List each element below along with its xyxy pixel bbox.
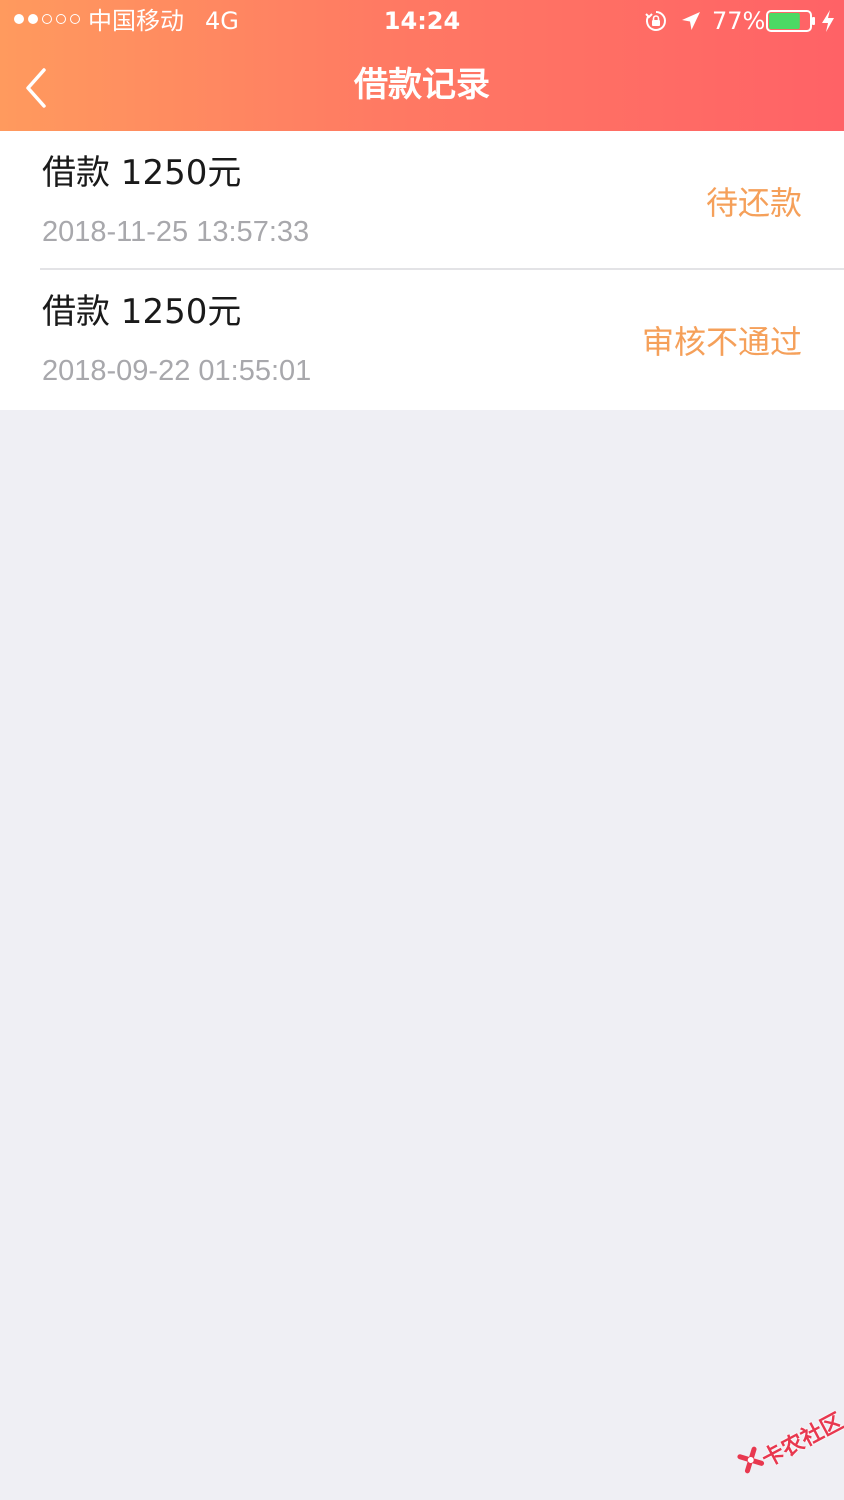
loan-timestamp: 2018-11-25 13:57:33 <box>42 216 310 248</box>
orientation-lock-icon <box>645 11 666 31</box>
watermark-text: 卡农社区 <box>758 1409 844 1473</box>
status-bar: 中国移动 4G 14:24 77% <box>0 0 844 42</box>
header: 中国移动 4G 14:24 77% 借款记录 <box>0 0 844 131</box>
charging-bolt-icon <box>822 10 834 32</box>
loan-record-item[interactable]: 借款 1250元 2018-11-25 13:57:33 待还款 <box>0 131 844 270</box>
loan-status: 审核不通过 <box>641 323 802 361</box>
loan-status: 待还款 <box>705 184 802 222</box>
loan-amount: 借款 1250元 <box>42 153 242 193</box>
battery-percent: 77% <box>712 7 766 35</box>
loan-record-item[interactable]: 借款 1250元 2018-09-22 01:55:01 审核不通过 <box>0 270 844 410</box>
page-title: 借款记录 <box>354 65 490 105</box>
loan-record-list: 借款 1250元 2018-11-25 13:57:33 待还款 借款 1250… <box>0 131 844 410</box>
loan-amount: 借款 1250元 <box>42 292 242 332</box>
watermark-logo: 卡农社区 <box>727 1393 844 1500</box>
app-root: 中国移动 4G 14:24 77% 借款记录 借款 1250元 2018-11-… <box>0 0 844 1500</box>
nav-bar: 借款记录 <box>0 42 844 131</box>
loan-timestamp: 2018-09-22 01:55:01 <box>42 355 312 387</box>
battery-icon <box>766 10 815 32</box>
location-arrow-icon <box>682 12 700 30</box>
